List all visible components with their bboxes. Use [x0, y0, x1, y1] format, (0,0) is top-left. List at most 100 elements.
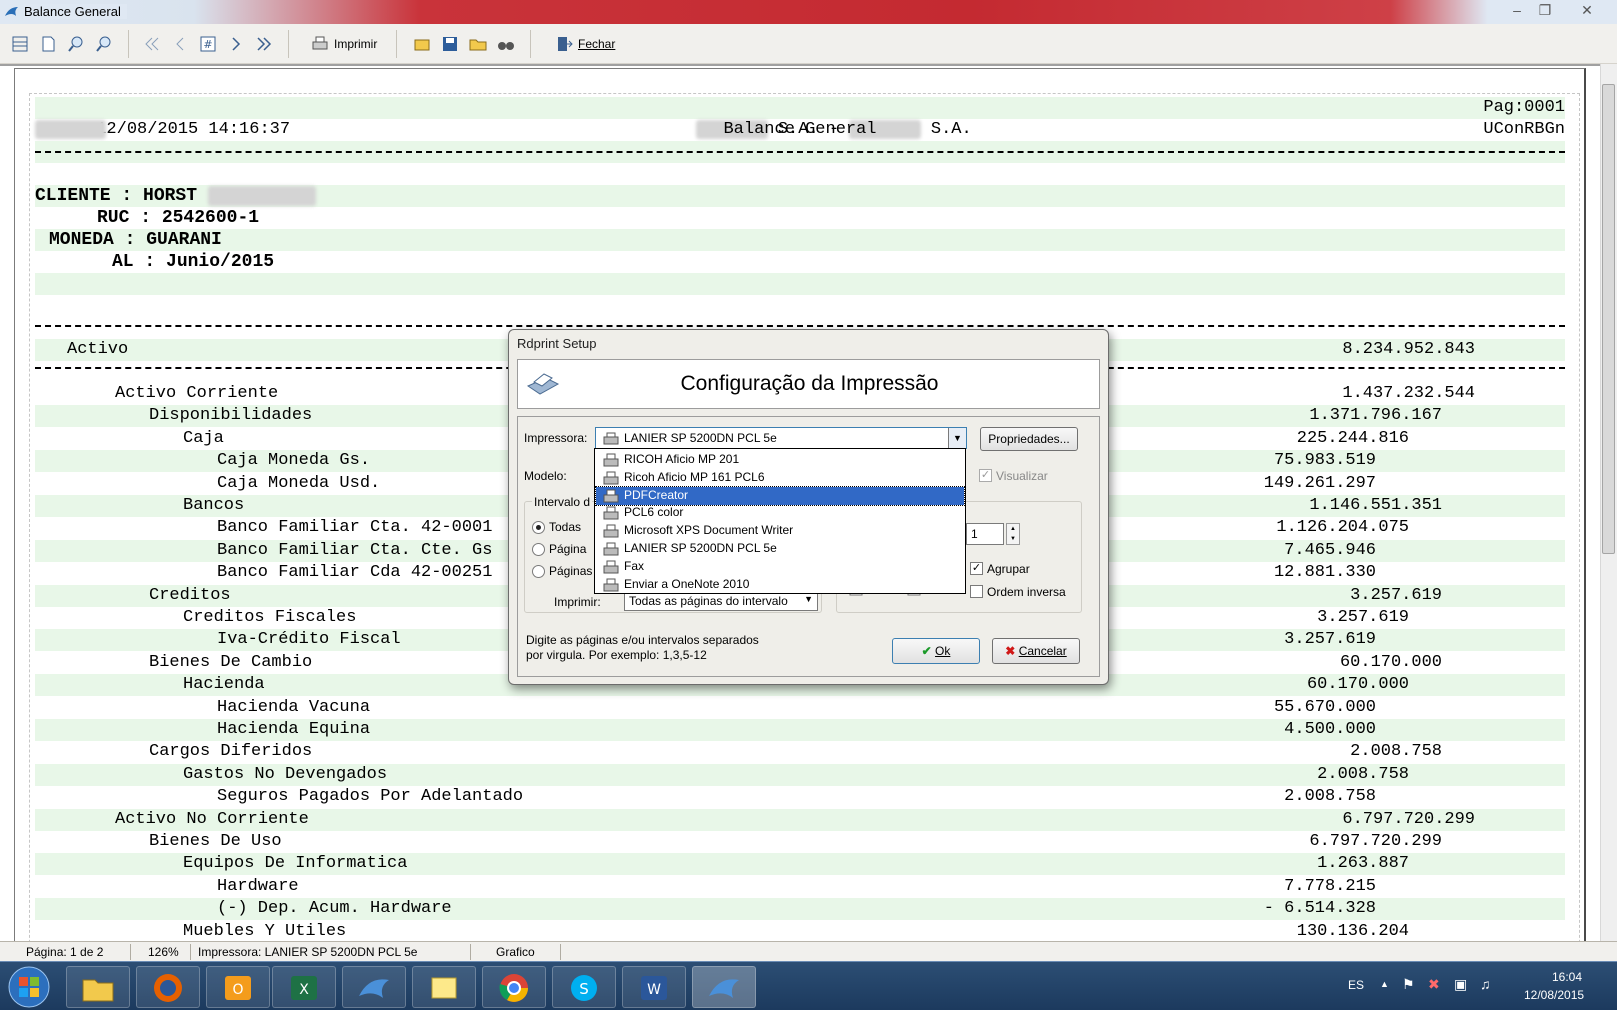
hint-line-2: por virgula. Por exemplo: 1,3,5-12 [526, 648, 707, 662]
taskbar-dolphin-app[interactable] [342, 966, 406, 1008]
show-hidden-icons[interactable]: ▲ [1380, 979, 1389, 989]
print-label: Imprimir [334, 37, 378, 51]
print-button[interactable]: Imprimir [310, 32, 377, 56]
printer-option[interactable]: Fax [596, 558, 964, 576]
printer-option[interactable]: Ricoh Aficio MP 161 PCL6 [596, 469, 964, 487]
copies-input[interactable]: 1 [966, 523, 1004, 545]
printer-option[interactable]: LANIER SP 5200DN PCL 5e [596, 540, 964, 558]
check-icon: ✔ [921, 644, 932, 658]
previous-page-button[interactable] [170, 32, 190, 56]
printer-icon [603, 578, 619, 592]
taskbar-chrome[interactable] [482, 966, 546, 1008]
clock-time[interactable]: 16:04 [1552, 970, 1582, 984]
properties-button[interactable]: Propriedades... [980, 427, 1078, 451]
zoom-out-button[interactable] [94, 32, 114, 56]
go-to-page-button[interactable]: # [198, 32, 218, 56]
visualizar-checkbox[interactable]: ✓ [979, 469, 992, 482]
clock-date[interactable]: 12/08/2015 [1524, 988, 1584, 1002]
svg-text:W: W [647, 982, 661, 998]
status-bar: Página: 1 de 2 126% Impressora: LANIER S… [0, 941, 1617, 961]
printer-option[interactable]: RICOH Aficio MP 201 [596, 451, 964, 469]
zoom-out-icon [96, 36, 111, 52]
first-page-button[interactable] [142, 32, 162, 56]
close-window-button[interactable]: ✕ [1572, 1, 1602, 21]
radio-page-range[interactable] [532, 565, 545, 578]
network-icon[interactable]: ▣ [1454, 976, 1467, 993]
zoom-in-button[interactable] [66, 32, 86, 56]
cancel-button[interactable]: ✖ Cancelar [992, 638, 1080, 664]
ok-button[interactable]: ✔ Ok [892, 638, 980, 664]
printer-icon [603, 560, 619, 574]
printer-icon [603, 506, 619, 520]
fit-page-button[interactable] [10, 32, 30, 56]
copies-spinner[interactable]: ▲ ▼ [1006, 523, 1020, 545]
last-page-button[interactable] [254, 32, 274, 56]
start-button[interactable] [6, 964, 54, 1010]
taskbar-word[interactable]: W [622, 966, 686, 1008]
restore-button[interactable]: ❐ [1530, 1, 1560, 21]
taskbar-excel[interactable]: X [272, 966, 336, 1008]
radio-pages-label: Páginas [549, 564, 593, 578]
scrollbar-thumb[interactable] [1602, 84, 1615, 554]
table-row-value: - 6.514.328 [1263, 899, 1376, 919]
printer-icon [603, 432, 619, 445]
al-value: Junio/2015 [166, 252, 275, 272]
export-icon [414, 39, 430, 51]
action-center-icon[interactable]: ⚑ [1402, 976, 1415, 993]
cliente-label: CLIENTE : [35, 186, 133, 206]
taskbar-dolphin-app-active[interactable] [692, 966, 756, 1008]
save-button[interactable] [440, 32, 460, 56]
page-width-button[interactable] [38, 32, 58, 56]
toolbar: # Imprimir Fechar [0, 24, 1617, 64]
open-button[interactable] [468, 32, 488, 56]
dialog-heading: Configuração da Impressão [680, 372, 939, 395]
taskbar-explorer[interactable] [66, 966, 130, 1008]
close-label: Fechar [578, 37, 616, 51]
taskbar-outlook[interactable]: O [206, 966, 270, 1008]
network-error-icon[interactable]: ✖ [1428, 976, 1440, 993]
svg-text:S: S [579, 980, 589, 998]
ruc-label: RUC : [97, 208, 152, 228]
interval-label: Intervalo d [532, 495, 593, 509]
skype-icon: S [571, 975, 597, 1001]
next-page-icon [232, 37, 241, 51]
cliente-value: HORST [143, 186, 198, 206]
radio-all-pages[interactable] [532, 521, 545, 534]
export-button[interactable] [412, 32, 432, 56]
taskbar-skype[interactable]: S [552, 966, 616, 1008]
moneda-value: GUARANI [146, 230, 222, 250]
language-indicator[interactable]: ES [1348, 978, 1364, 992]
printer-option[interactable]: PCL6 color [596, 504, 964, 522]
printer-option-label: Enviar a OneNote 2010 [624, 576, 750, 591]
next-page-button[interactable] [226, 32, 246, 56]
printer-option[interactable]: Enviar a OneNote 2010 [596, 576, 964, 594]
sticky-notes-icon [431, 977, 457, 999]
reverse-order-checkbox[interactable] [970, 585, 983, 598]
printer-icon [603, 489, 619, 503]
radio-current-page[interactable] [532, 543, 545, 556]
table-row-value: 55.670.000 [1273, 697, 1376, 717]
visualizar-label: Visualizar [996, 469, 1048, 483]
close-report-button[interactable]: Fechar [554, 32, 615, 56]
find-button[interactable] [496, 32, 516, 56]
page-number: Pag:0001 [1483, 98, 1565, 117]
printer-icon [312, 36, 328, 50]
table-row-value: 1.263.887 [1317, 854, 1409, 874]
print-range-select[interactable]: Todas as páginas do intervalo ▼ [624, 591, 818, 611]
printer-option-label: Fax [624, 558, 645, 573]
printer-option[interactable]: PDFCreator [595, 485, 965, 506]
fit-page-icon [12, 36, 28, 52]
minimize-button[interactable]: – [1502, 1, 1532, 21]
status-printer: Impressora: LANIER SP 5200DN PCL 5e [198, 945, 418, 959]
printer-option[interactable]: Microsoft XPS Document Writer [596, 522, 964, 540]
taskbar-sticky-notes[interactable] [412, 966, 476, 1008]
zoom-in-icon [68, 36, 83, 52]
svg-text:O: O [232, 982, 243, 998]
volume-icon[interactable]: ♫ [1480, 976, 1491, 992]
chevron-down-icon[interactable]: ▼ [948, 428, 966, 448]
printer-option-label: PDFCreator [624, 487, 689, 502]
agrupar-checkbox[interactable]: ✓ [970, 562, 983, 575]
table-row-value: 130.136.204 [1296, 921, 1409, 941]
taskbar-firefox[interactable] [136, 966, 200, 1008]
printer-select[interactable]: LANIER SP 5200DN PCL 5e ▼ [595, 427, 967, 449]
